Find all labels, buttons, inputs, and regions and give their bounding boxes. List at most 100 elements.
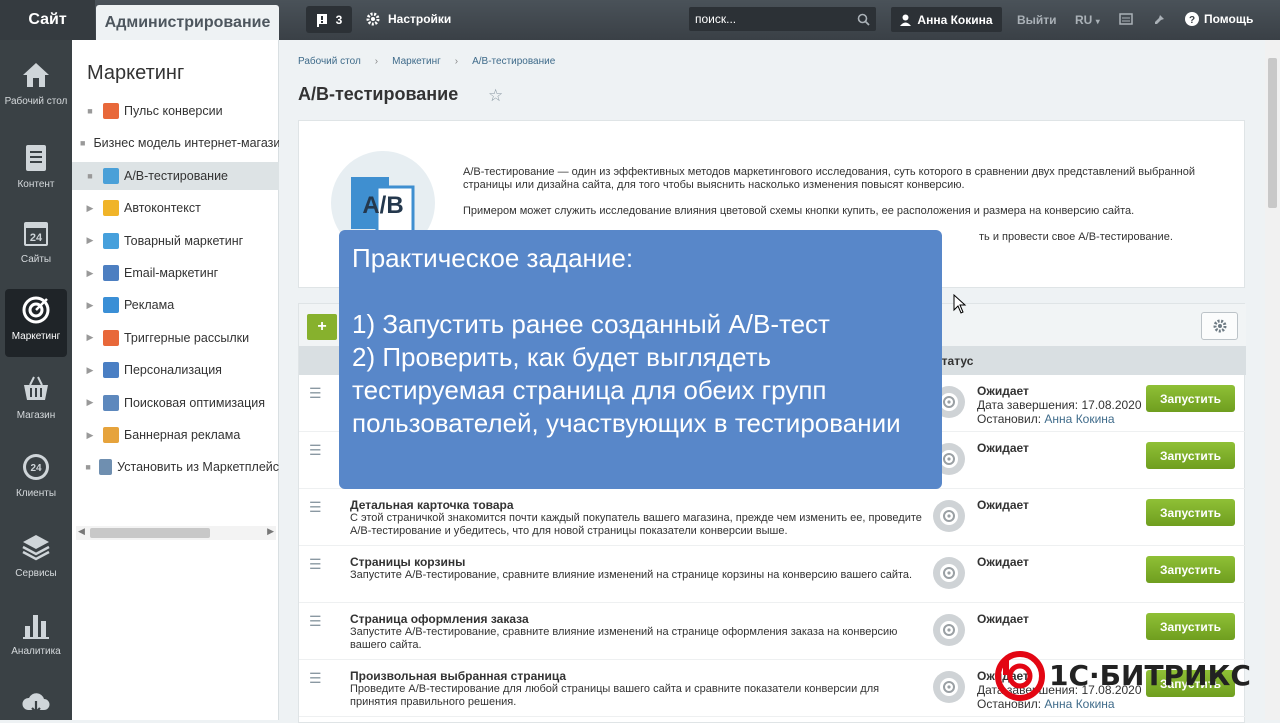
page-scrollbar[interactable] bbox=[1265, 40, 1280, 720]
status-waiting-icon bbox=[933, 614, 965, 646]
status-text: Ожидает bbox=[977, 498, 1029, 512]
marketing-side-panel: Маркетинг ■ Пульс конверсии ■ Бизнес модель… bbox=[72, 40, 279, 720]
svg-text:24: 24 bbox=[30, 463, 42, 474]
bullet-icon: ■ bbox=[80, 138, 86, 149]
sidebar-item-label: Реклама bbox=[124, 298, 175, 313]
side-panel-hscrollbar[interactable]: ◀ ▶ bbox=[76, 526, 276, 540]
sidebar-item[interactable]: ▶ Товарный маркетинг bbox=[72, 227, 279, 255]
intro-paragraph-2: Примером может служить исследование влия… bbox=[463, 205, 1135, 217]
breadcrumb-separator: › bbox=[374, 56, 379, 67]
sidebar-item-icon bbox=[103, 167, 119, 184]
site-tab[interactable]: Сайт bbox=[0, 0, 95, 40]
logout-link[interactable]: Выйти bbox=[1017, 13, 1057, 27]
expand-arrow-icon[interactable]: ▶ bbox=[80, 430, 100, 441]
table-row: ☰ Страницы корзины Запустите A/B-тестирова… bbox=[299, 546, 1246, 603]
nav-sites[interactable]: 24 Сайты bbox=[0, 218, 72, 292]
expand-arrow-icon[interactable]: ▶ bbox=[80, 365, 100, 376]
sidebar-item-icon bbox=[99, 459, 113, 476]
sidebar-item-label: Email-маркетинг bbox=[124, 266, 219, 280]
expand-arrow-icon[interactable]: ▶ bbox=[80, 300, 100, 311]
svg-text:24: 24 bbox=[30, 232, 43, 244]
scroll-thumb[interactable] bbox=[90, 528, 210, 538]
breadcrumb-marketing[interactable]: Маркетинг bbox=[392, 56, 441, 67]
drag-handle-icon[interactable]: ☰ bbox=[309, 442, 322, 459]
pin-icon[interactable] bbox=[1152, 11, 1168, 27]
drag-handle-icon[interactable]: ☰ bbox=[309, 670, 322, 687]
nav-content-label: Контент bbox=[17, 179, 55, 190]
nav-marketing-label: Маркетинг bbox=[11, 331, 61, 342]
left-navigation: Рабочий стол Контент 24 Сайты Маркетинг … bbox=[0, 40, 72, 720]
sidebar-item-label: Автоконтекст bbox=[124, 201, 201, 216]
breadcrumb-ab-testing[interactable]: A/B-тестирование bbox=[472, 56, 555, 67]
sidebar-item[interactable]: ■ Бизнес модель интернет-магазина bbox=[72, 129, 279, 157]
drag-handle-icon[interactable]: ☰ bbox=[309, 499, 322, 516]
nav-shop[interactable]: Магазин bbox=[0, 374, 72, 448]
screen-icon[interactable] bbox=[1118, 11, 1134, 27]
grid-settings-button[interactable] bbox=[1201, 312, 1238, 340]
sidebar-item[interactable]: ▶ Триггерные рассылки bbox=[72, 324, 279, 352]
nav-clients[interactable]: 24 Клиенты bbox=[0, 452, 72, 526]
expand-arrow-icon[interactable]: ▶ bbox=[80, 235, 100, 246]
run-test-button[interactable]: Запустить bbox=[1146, 556, 1235, 583]
overlay-task-1: 1) Запустить ранее созданный A/B-тест bbox=[352, 309, 830, 339]
search-input[interactable]: поиск... bbox=[689, 7, 876, 31]
sidebar-item[interactable]: ▶ Персонализация bbox=[72, 356, 279, 384]
sidebar-item[interactable]: ▶ Автоконтекст bbox=[72, 194, 279, 222]
stopped-by-user-link[interactable]: Анна Кокина bbox=[1044, 412, 1114, 426]
scroll-left-icon[interactable]: ◀ bbox=[78, 526, 85, 537]
nav-services[interactable]: Сервисы bbox=[0, 532, 72, 606]
favorite-star-icon[interactable]: ☆ bbox=[488, 86, 503, 106]
sidebar-item[interactable]: ▶ Email-маркетинг bbox=[72, 259, 279, 287]
run-test-button[interactable]: Запустить bbox=[1146, 385, 1235, 412]
sidebar-item-label: Баннерная реклама bbox=[124, 428, 241, 442]
language-select[interactable]: RU ▾ bbox=[1075, 13, 1100, 27]
sidebar-item[interactable]: ▶ Реклама bbox=[72, 291, 279, 319]
sidebar-item-icon bbox=[103, 232, 119, 249]
help-button[interactable]: ? Помощь bbox=[1185, 12, 1253, 26]
table-row: ☰ Детальная карточка товара С этой странич… bbox=[299, 489, 1246, 546]
bitrix-logo-text: 1С·БИТРИКС bbox=[1049, 659, 1251, 692]
nav-services-label: Сервисы bbox=[15, 568, 57, 579]
breadcrumb-desktop[interactable]: Рабочий стол bbox=[298, 56, 361, 67]
drag-handle-icon[interactable]: ☰ bbox=[309, 385, 322, 402]
sidebar-item[interactable]: ■ Установить из Маркетплейс bbox=[72, 453, 279, 481]
basket-icon bbox=[24, 376, 48, 400]
run-test-button[interactable]: Запустить bbox=[1146, 442, 1235, 469]
sidebar-item-label: Бизнес модель интернет-магазина bbox=[93, 136, 279, 151]
cloud-upload-icon[interactable] bbox=[21, 688, 51, 718]
notifications-count: 3 bbox=[335, 12, 343, 27]
nav-content[interactable]: Контент bbox=[0, 143, 72, 217]
expand-arrow-icon[interactable]: ▶ bbox=[80, 332, 100, 343]
page-scroll-thumb[interactable] bbox=[1268, 58, 1277, 208]
user-button[interactable]: Анна Кокина bbox=[891, 7, 1002, 32]
notifications-button[interactable]: 3 bbox=[306, 6, 352, 33]
drag-handle-icon[interactable]: ☰ bbox=[309, 613, 322, 630]
settings-button[interactable]: Настройки bbox=[366, 12, 451, 26]
nav-marketing[interactable]: Маркетинг bbox=[5, 289, 67, 357]
scroll-right-icon[interactable]: ▶ bbox=[267, 526, 274, 537]
nav-analytics[interactable]: Аналитика bbox=[0, 610, 72, 684]
status-stopped-by: Остановил: Анна Кокина bbox=[977, 412, 1115, 426]
analytics-icon bbox=[23, 615, 49, 639]
expand-arrow-icon[interactable]: ▶ bbox=[80, 268, 100, 279]
expand-arrow-icon[interactable]: ▶ bbox=[80, 397, 100, 408]
run-test-button[interactable]: Запустить bbox=[1146, 613, 1235, 640]
intro-paragraph-1: A/B-тестирование — один из эффективных м… bbox=[463, 166, 1195, 191]
search-icon[interactable] bbox=[857, 13, 870, 26]
sidebar-item[interactable]: ■ A/B-тестирование bbox=[72, 161, 279, 190]
user-icon bbox=[900, 14, 912, 26]
admin-tab[interactable]: Администрирование bbox=[96, 5, 279, 40]
nav-desktop[interactable]: Рабочий стол bbox=[0, 60, 72, 134]
run-test-button[interactable]: Запустить bbox=[1146, 499, 1235, 526]
sidebar-item-label: Пульс конверсии bbox=[124, 104, 223, 118]
sidebar-item-icon bbox=[103, 329, 119, 346]
help-label: Помощь bbox=[1204, 12, 1254, 26]
drag-handle-icon[interactable]: ☰ bbox=[309, 556, 322, 573]
sidebar-item[interactable]: ■ Пульс конверсии bbox=[72, 97, 279, 125]
expand-arrow-icon[interactable]: ▶ bbox=[80, 203, 100, 214]
sidebar-item[interactable]: ▶ Поисковая оптимизация bbox=[72, 389, 279, 417]
add-test-button[interactable]: + bbox=[307, 314, 337, 340]
status-text: Ожидает bbox=[977, 384, 1029, 398]
top-bar: Сайт Администрирование 3 Настройки поиск… bbox=[0, 0, 1280, 40]
sidebar-item[interactable]: ▶ Баннерная реклама bbox=[72, 421, 279, 449]
